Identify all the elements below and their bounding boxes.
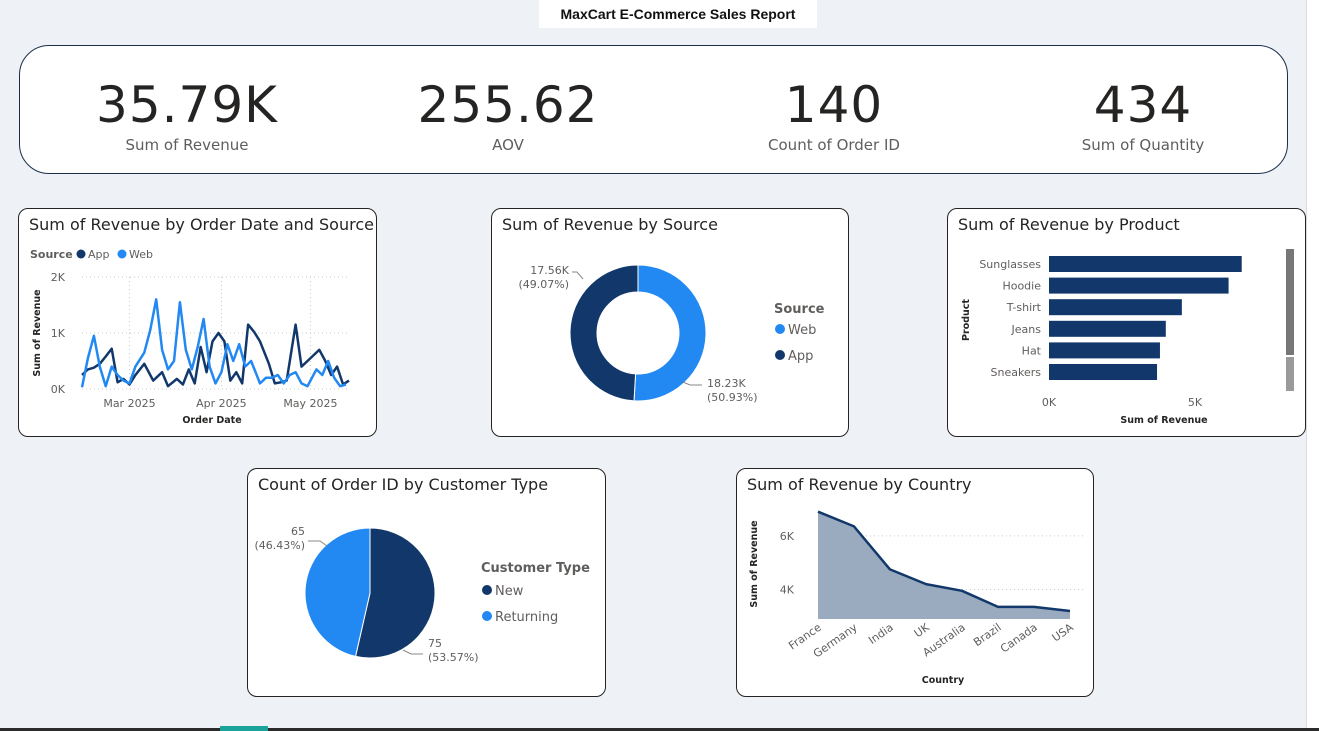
y-tick-label: 4K (780, 583, 795, 596)
legend-label: Web (129, 248, 153, 261)
legend-label: Returning (495, 610, 558, 625)
y-tick-label: Sunglasses (979, 258, 1041, 271)
legend-label: Web (788, 323, 816, 338)
slice-app (569, 264, 639, 402)
area-chart-card[interactable]: Sum of Revenue by Country 4K 6K France Germ… (736, 468, 1094, 697)
bar-jeans (1049, 320, 1166, 337)
leader-line (572, 271, 584, 280)
x-tick-label: 0K (1042, 396, 1057, 409)
kpi-label: Sum of Quantity (1081, 136, 1205, 154)
leader-line (308, 540, 328, 547)
x-tick-label: USA (1050, 621, 1076, 645)
area-chart[interactable]: 4K6KFranceGermany India UKAustralia BrazilC… (737, 469, 1094, 697)
x-tick-label: Mar 2025 (103, 397, 155, 410)
page-tab-indicator[interactable] (220, 726, 268, 731)
legend-marker (76, 249, 86, 259)
kpi-value: 434 (1093, 76, 1193, 134)
y-tick-label: 0K (51, 383, 66, 396)
series-line-app (81, 323, 350, 388)
x-axis-label: Order Date (182, 415, 241, 426)
legend-label: App (788, 349, 813, 364)
kpi-label: AOV (492, 136, 524, 154)
slice-returning (304, 527, 371, 657)
kpi-value: 35.79K (96, 76, 278, 134)
x-tick-label: 5K (1188, 396, 1203, 409)
kpi-panel: 35.79K Sum of Revenue 255.62 AOV 140 Cou… (19, 45, 1288, 174)
y-tick-label: 2K (51, 271, 66, 284)
kpi-label: Count of Order ID (768, 136, 900, 154)
legend-marker (775, 324, 785, 334)
y-tick-label: 6K (780, 530, 795, 543)
pie-chart-card[interactable]: Count of Order ID by Customer Type 75 (53… (247, 468, 606, 697)
series-line-web (80, 298, 347, 388)
data-label-percent: (50.93%) (707, 391, 758, 404)
slice-web (633, 264, 707, 402)
x-tick-label: India (866, 621, 896, 647)
scrollbar-track[interactable] (1286, 357, 1294, 391)
y-tick-label: T-shirt (1006, 301, 1042, 314)
y-tick-label: 1K (51, 327, 66, 340)
x-tick-label: Apr 2025 (196, 397, 247, 410)
legend-title: Source (774, 302, 825, 317)
bar-t-shirt (1049, 299, 1182, 316)
x-tick-label: May 2025 (283, 397, 337, 410)
x-axis-label: Sum of Revenue (1120, 415, 1207, 426)
legend-marker (482, 585, 492, 595)
line-chart-card[interactable]: Sum of Revenue by Order Date and Source … (18, 208, 377, 437)
right-edge-panel (1306, 0, 1319, 731)
data-label-percent: (53.57%) (428, 651, 479, 664)
bar-hoodie (1049, 277, 1229, 294)
data-label-value: 18.23K (707, 377, 746, 390)
kpi-label: Sum of Revenue (125, 136, 249, 154)
y-tick-label: Hoodie (1002, 280, 1041, 293)
kpi-quantity[interactable]: 434 Sum of Quantity (1013, 76, 1273, 154)
kpi-revenue[interactable]: 35.79K Sum of Revenue (57, 76, 317, 154)
legend-label: App (88, 248, 110, 261)
pie-chart[interactable]: 75(53.57%) 65(46.43%) Customer Type New Retu… (248, 469, 606, 697)
scrollbar-thumb[interactable] (1286, 249, 1294, 355)
y-axis-label: Sum of Revenue (32, 289, 43, 376)
x-axis-label: Country (922, 675, 965, 686)
bar-sneakers (1049, 364, 1158, 380)
y-tick-label: Jeans (1011, 323, 1042, 336)
bar-sunglasses (1049, 256, 1242, 272)
data-label-percent: (49.07%) (518, 278, 569, 291)
y-axis-label: Product (961, 299, 972, 341)
y-axis-label: Sum of Revenue (749, 520, 760, 607)
legend-title: Customer Type (481, 561, 590, 576)
data-label-value: 17.56K (530, 264, 569, 277)
x-tick-label: Canada (998, 621, 1040, 656)
line-chart[interactable]: Source App Web 0K 1K 2K Mar 2025 Apr 2025 May 20… (19, 209, 377, 437)
legend-marker (775, 350, 785, 360)
legend-label: New (495, 584, 524, 599)
bar-chart-card[interactable]: Sum of Revenue by Product Sunglasses Hood… (947, 208, 1306, 437)
leader-line (402, 649, 423, 655)
report-title: MaxCart E-Commerce Sales Report (539, 0, 817, 28)
data-label-value: 65 (291, 525, 305, 538)
y-tick-label: Hat (1022, 344, 1042, 357)
legend-marker (117, 249, 127, 259)
kpi-value: 255.62 (417, 76, 599, 134)
data-label-percent: (46.43%) (254, 539, 305, 552)
data-label-value: 75 (428, 637, 442, 650)
donut-chart-card[interactable]: Sum of Revenue by Source 18.23K (50.93%) 1… (491, 208, 849, 437)
x-tick-label: UK (912, 620, 933, 640)
legend-marker (482, 611, 492, 621)
bar-chart[interactable]: Sunglasses Hoodie T-shirt Jeans Hat Sneakers 0… (948, 209, 1306, 437)
bar-hat (1049, 342, 1160, 359)
kpi-order-count[interactable]: 140 Count of Order ID (704, 76, 964, 154)
donut-chart[interactable]: 18.23K(50.93%) 17.56K(49.07%) Source Web App (492, 209, 849, 437)
kpi-aov[interactable]: 255.62 AOV (378, 76, 638, 154)
y-tick-label: Sneakers (991, 366, 1042, 379)
legend-title: Source (30, 248, 73, 261)
kpi-value: 140 (784, 76, 884, 134)
leader-line (682, 381, 702, 386)
